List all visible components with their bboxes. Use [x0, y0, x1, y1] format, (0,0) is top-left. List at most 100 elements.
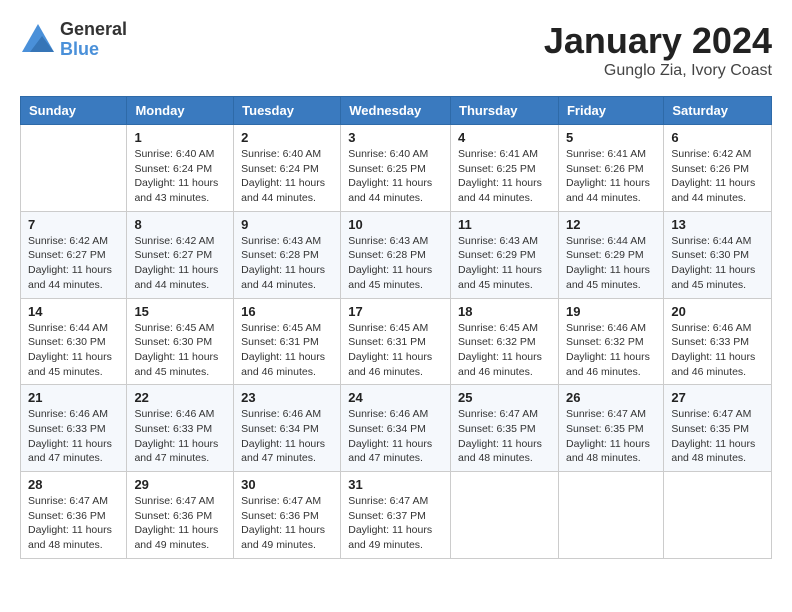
week-row-3: 14 Sunrise: 6:44 AMSunset: 6:30 PMDayligh… — [21, 298, 772, 385]
day-number: 29 — [134, 477, 226, 492]
calendar-cell: 4 Sunrise: 6:41 AMSunset: 6:25 PMDaylight… — [451, 125, 559, 212]
calendar-cell: 12 Sunrise: 6:44 AMSunset: 6:29 PMDayligh… — [558, 211, 663, 298]
day-number: 11 — [458, 217, 551, 232]
calendar-cell — [451, 472, 559, 559]
calendar-cell: 6 Sunrise: 6:42 AMSunset: 6:26 PMDaylight… — [664, 125, 772, 212]
logo-general-text: General — [60, 20, 127, 40]
header-row: SundayMondayTuesdayWednesdayThursdayFrid… — [21, 97, 772, 125]
calendar-cell: 15 Sunrise: 6:45 AMSunset: 6:30 PMDayligh… — [127, 298, 234, 385]
logo-icon — [20, 22, 56, 58]
calendar-header: SundayMondayTuesdayWednesdayThursdayFrid… — [21, 97, 772, 125]
cell-info: Sunrise: 6:40 AMSunset: 6:25 PMDaylight:… — [348, 147, 443, 206]
day-number: 24 — [348, 390, 443, 405]
calendar-cell: 2Sunrise: 6:40 AMSunset: 6:24 PMDaylight… — [234, 125, 341, 212]
day-number: 22 — [134, 390, 226, 405]
cell-info: Sunrise: 6:46 AMSunset: 6:33 PMDaylight:… — [671, 321, 764, 380]
calendar-cell: 9Sunrise: 6:43 AMSunset: 6:28 PMDaylight… — [234, 211, 341, 298]
calendar-cell: 16Sunrise: 6:45 AMSunset: 6:31 PMDayligh… — [234, 298, 341, 385]
cell-info: Sunrise: 6:44 AMSunset: 6:29 PMDaylight:… — [566, 234, 656, 293]
header-cell-thursday: Thursday — [451, 97, 559, 125]
cell-info: Sunrise: 6:43 AMSunset: 6:28 PMDaylight:… — [348, 234, 443, 293]
calendar-cell: 7Sunrise: 6:42 AMSunset: 6:27 PMDaylight… — [21, 211, 127, 298]
week-row-4: 21 Sunrise: 6:46 AMSunset: 6:33 PMDayligh… — [21, 385, 772, 472]
day-number: 21 — [28, 390, 119, 405]
header-cell-saturday: Saturday — [664, 97, 772, 125]
cell-info: Sunrise: 6:45 AMSunset: 6:31 PMDaylight:… — [348, 321, 443, 380]
calendar-cell: 29 Sunrise: 6:47 AMSunset: 6:36 PMDayligh… — [127, 472, 234, 559]
day-number: 5 — [566, 130, 656, 145]
cell-info: Sunrise: 6:42 AMSunset: 6:26 PMDaylight:… — [671, 147, 764, 206]
day-number: 17 — [348, 304, 443, 319]
day-number: 4 — [458, 130, 551, 145]
calendar-cell — [21, 125, 127, 212]
cell-info: Sunrise: 6:47 AMSunset: 6:35 PMDaylight:… — [566, 407, 656, 466]
calendar-cell: 21Sunrise: 6:46 AMSunset: 6:33 PMDayligh… — [21, 385, 127, 472]
cell-info: Sunrise: 6:45 AMSunset: 6:32 PMDaylight:… — [458, 321, 551, 380]
calendar-cell: 17 Sunrise: 6:45 AMSunset: 6:31 PMDayligh… — [341, 298, 451, 385]
title-block: January 2024 Gunglo Zia, Ivory Coast — [544, 20, 772, 80]
calendar-cell: 26 Sunrise: 6:47 AMSunset: 6:35 PMDayligh… — [558, 385, 663, 472]
day-number: 14 — [28, 304, 119, 319]
day-number: 20 — [671, 304, 764, 319]
calendar-cell: 30 Sunrise: 6:47 AMSunset: 6:36 PMDayligh… — [234, 472, 341, 559]
day-number: 2 — [241, 130, 333, 145]
calendar-cell — [664, 472, 772, 559]
header-cell-sunday: Sunday — [21, 97, 127, 125]
logo: General Blue — [20, 20, 127, 60]
cell-info: Sunrise: 6:47 AMSunset: 6:36 PMDaylight:… — [241, 494, 333, 553]
calendar-cell — [558, 472, 663, 559]
day-number: 28 — [28, 477, 119, 492]
day-number: 27 — [671, 390, 764, 405]
day-number: 12 — [566, 217, 656, 232]
cell-info: Sunrise: 6:45 AMSunset: 6:30 PMDaylight:… — [134, 321, 226, 380]
day-number: 13 — [671, 217, 764, 232]
day-number: 15 — [134, 304, 226, 319]
cell-info: Sunrise: 6:46 AMSunset: 6:33 PMDaylight:… — [134, 407, 226, 466]
cell-info: Sunrise: 6:47 AMSunset: 6:36 PMDaylight:… — [134, 494, 226, 553]
cell-info: Sunrise: 6:41 AMSunset: 6:26 PMDaylight:… — [566, 147, 656, 206]
cell-info: Sunrise: 6:47 AMSunset: 6:35 PMDaylight:… — [458, 407, 551, 466]
day-number: 26 — [566, 390, 656, 405]
cell-info: Sunrise: 6:46 AMSunset: 6:34 PMDaylight:… — [348, 407, 443, 466]
day-number: 31 — [348, 477, 443, 492]
header-cell-friday: Friday — [558, 97, 663, 125]
calendar-cell: 18 Sunrise: 6:45 AMSunset: 6:32 PMDayligh… — [451, 298, 559, 385]
calendar-cell: 8Sunrise: 6:42 AMSunset: 6:27 PMDaylight… — [127, 211, 234, 298]
day-number: 8 — [134, 217, 226, 232]
day-number: 3 — [348, 130, 443, 145]
header-cell-monday: Monday — [127, 97, 234, 125]
calendar-cell: 28 Sunrise: 6:47 AMSunset: 6:36 PMDayligh… — [21, 472, 127, 559]
calendar-cell: 31 Sunrise: 6:47 AMSunset: 6:37 PMDayligh… — [341, 472, 451, 559]
day-number: 23 — [241, 390, 333, 405]
calendar-cell: 13Sunrise: 6:44 AMSunset: 6:30 PMDayligh… — [664, 211, 772, 298]
day-number: 1 — [134, 130, 226, 145]
cell-info: Sunrise: 6:42 AMSunset: 6:27 PMDaylight:… — [28, 234, 119, 293]
calendar-table: SundayMondayTuesdayWednesdayThursdayFrid… — [20, 96, 772, 559]
header-cell-tuesday: Tuesday — [234, 97, 341, 125]
cell-info: Sunrise: 6:44 AMSunset: 6:30 PMDaylight:… — [28, 321, 119, 380]
day-number: 30 — [241, 477, 333, 492]
calendar-cell: 25Sunrise: 6:47 AMSunset: 6:35 PMDayligh… — [451, 385, 559, 472]
cell-info: Sunrise: 6:46 AMSunset: 6:34 PMDaylight:… — [241, 407, 333, 466]
calendar-cell: 14 Sunrise: 6:44 AMSunset: 6:30 PMDayligh… — [21, 298, 127, 385]
logo-blue-text: Blue — [60, 40, 127, 60]
calendar-cell: 11 Sunrise: 6:43 AMSunset: 6:29 PMDayligh… — [451, 211, 559, 298]
cell-info: Sunrise: 6:47 AMSunset: 6:37 PMDaylight:… — [348, 494, 443, 553]
day-number: 6 — [671, 130, 764, 145]
calendar-cell: 19 Sunrise: 6:46 AMSunset: 6:32 PMDayligh… — [558, 298, 663, 385]
calendar-cell: 20 Sunrise: 6:46 AMSunset: 6:33 PMDayligh… — [664, 298, 772, 385]
cell-info: Sunrise: 6:47 AMSunset: 6:35 PMDaylight:… — [671, 407, 764, 466]
week-row-5: 28 Sunrise: 6:47 AMSunset: 6:36 PMDayligh… — [21, 472, 772, 559]
cell-info: Sunrise: 6:43 AMSunset: 6:28 PMDaylight:… — [241, 234, 333, 293]
cell-info: Sunrise: 6:47 AMSunset: 6:36 PMDaylight:… — [28, 494, 119, 553]
calendar-cell: 10Sunrise: 6:43 AMSunset: 6:28 PMDayligh… — [341, 211, 451, 298]
day-number: 18 — [458, 304, 551, 319]
cell-info: Sunrise: 6:43 AMSunset: 6:29 PMDaylight:… — [458, 234, 551, 293]
month-title: January 2024 — [544, 20, 772, 62]
calendar-cell: 5 Sunrise: 6:41 AMSunset: 6:26 PMDaylight… — [558, 125, 663, 212]
week-row-1: 1Sunrise: 6:40 AMSunset: 6:24 PMDaylight… — [21, 125, 772, 212]
cell-info: Sunrise: 6:46 AMSunset: 6:32 PMDaylight:… — [566, 321, 656, 380]
calendar-cell: 22 Sunrise: 6:46 AMSunset: 6:33 PMDayligh… — [127, 385, 234, 472]
cell-info: Sunrise: 6:41 AMSunset: 6:25 PMDaylight:… — [458, 147, 551, 206]
day-number: 19 — [566, 304, 656, 319]
